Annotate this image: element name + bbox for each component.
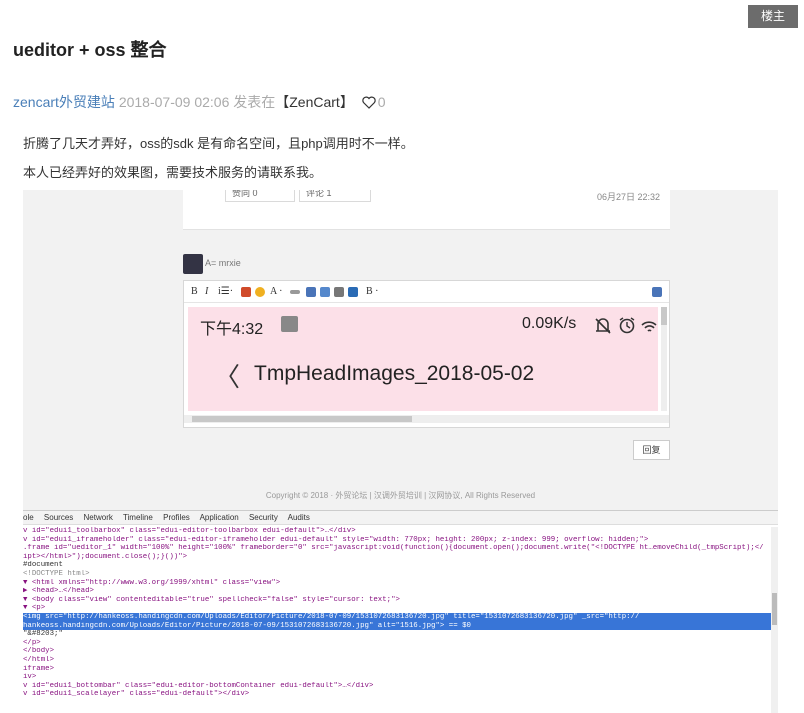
- link-icon: [306, 287, 316, 297]
- code-line: <!DOCTYPE html>: [23, 569, 90, 578]
- fullscreen-icon: [652, 287, 662, 297]
- post-screenshot-image: 赞同 0 评论 1 06月27日 22:32 A= mrxie B I i☰· …: [23, 190, 778, 713]
- code-line: v id="edui1_bottombar" class="edui-edito…: [23, 681, 374, 690]
- table-icon: [320, 287, 330, 297]
- list-icon: i☰·: [218, 286, 234, 297]
- code-line: </p>: [23, 638, 41, 647]
- devtools-elements-tree: v id="edui1_toolbarbox" class="edui-edit…: [23, 527, 771, 699]
- devtools-tab: Timeline: [122, 513, 153, 522]
- code-line: .frame id="ueditor_1" width="100%" heigh…: [23, 544, 764, 553]
- devtools-scrollbar: [771, 527, 778, 713]
- reply-username: A= mrxie: [205, 258, 241, 268]
- devtools-tab: Audits: [287, 513, 310, 522]
- code-line: ▶ <head>…</head>: [23, 587, 94, 596]
- like-button: 赞同 0: [225, 190, 295, 202]
- reply-button: 回复: [633, 440, 670, 460]
- status-icons: [595, 317, 657, 334]
- phone-notification-icon: [281, 316, 298, 332]
- post-date: 2018-07-09 02:06: [118, 94, 230, 110]
- copyright-text: Copyright © 2018 · 外贸论坛 | 汉调外贸培训 | 汉网协议,…: [265, 491, 536, 500]
- devtools-tab: Application: [199, 513, 239, 522]
- editor-toolbar: B I i☰· A · B ·: [184, 281, 669, 303]
- back-icon: 〈: [214, 363, 241, 393]
- post-meta: zencart外贸建站 2018-07-09 02:06 发表在【ZenCart…: [13, 92, 386, 112]
- devtools-tab: Profiles: [163, 513, 190, 522]
- code-line: v id="edui1_toolbarbox" class="edui-edit…: [23, 527, 356, 535]
- vertical-scrollbar: [661, 307, 667, 411]
- image-icon: [241, 287, 251, 297]
- editor-content: 下午4:32 0.09K/s 〈 TmpHeadImages_2018-05-0…: [188, 307, 658, 411]
- avatar: [183, 254, 203, 274]
- font-color-icon: A ·: [270, 286, 283, 297]
- horizontal-scrollbar: [184, 415, 669, 423]
- comment-button: 评论 1: [299, 190, 371, 202]
- heart-icon[interactable]: [362, 96, 376, 109]
- code-line: </html>: [23, 655, 55, 664]
- line-icon: [290, 290, 300, 294]
- code-line: #document: [23, 561, 63, 570]
- bold-icon: B: [191, 286, 198, 297]
- phone-folder-name: TmpHeadImages_2018-05-02: [254, 362, 535, 385]
- devtools-panel: ole Sources Network Timeline Profiles Ap…: [23, 510, 778, 713]
- phone-speed: 0.09K/s: [522, 315, 577, 332]
- posted-in-label: 发表在: [233, 94, 276, 110]
- devtools-tabs: ole Sources Network Timeline Profiles Ap…: [23, 511, 778, 525]
- code-line: v id="edui1_scalelayer" class="edui-defa…: [23, 690, 250, 699]
- media-icon: [348, 287, 358, 297]
- search-icon: [334, 287, 344, 297]
- code-line: "&#8203;": [23, 630, 63, 639]
- like-count: 0: [377, 94, 386, 110]
- page: 楼主 ueditor + oss 整合 zencart外贸建站 2018-07-…: [0, 0, 804, 713]
- devtools-tab: Sources: [43, 513, 74, 522]
- forum-link[interactable]: 【ZenCart】: [275, 94, 354, 110]
- italic-icon: I: [205, 286, 209, 297]
- author-link[interactable]: zencart外贸建站: [13, 94, 115, 110]
- rich-text-editor: B I i☰· A · B · 下午4:32 0.09K/s 〈 TmpHead…: [183, 280, 670, 428]
- code-line: </body>: [23, 647, 55, 656]
- format-icon: B ·: [366, 286, 379, 297]
- post-paragraph: 折腾了几天才弄好，oss的sdk 是有命名空间，且php调用时不一样。: [23, 136, 414, 151]
- code-line: ▼ <body class="view" contenteditable="tr…: [23, 595, 400, 604]
- code-line: iframe>: [23, 664, 55, 673]
- floor-badge: 楼主: [748, 5, 798, 28]
- code-line: iv>: [23, 673, 37, 682]
- code-line: ▼ <p>: [23, 604, 46, 613]
- phone-time: 下午4:32: [200, 321, 264, 338]
- comment-card: 赞同 0 评论 1 06月27日 22:32: [183, 190, 670, 230]
- devtools-tab: Security: [248, 513, 278, 522]
- devtools-tab: ole: [23, 513, 34, 522]
- devtools-tab: Network: [83, 513, 113, 522]
- code-line-selected: <img src="http://hankeoss.handingcdn.com…: [23, 612, 771, 622]
- code-line: v id="edui1_iframeholder" class="edui-ed…: [23, 535, 649, 544]
- code-line: ipt></html>");document.close();}())">: [23, 552, 188, 561]
- card-date: 06月27日 22:32: [596, 192, 660, 202]
- post-paragraph: 本人已经弄好的效果图，需要技术服务的请联系我。: [23, 165, 323, 180]
- code-line-selected: hankeoss.handingcdn.com/Uploads/Editor/P…: [23, 621, 771, 631]
- post-title: ueditor + oss 整合: [13, 40, 167, 60]
- code-line: ▼ <html xmlns="http://www.w3.org/1999/xh…: [23, 578, 281, 587]
- emoji-icon: [255, 287, 265, 297]
